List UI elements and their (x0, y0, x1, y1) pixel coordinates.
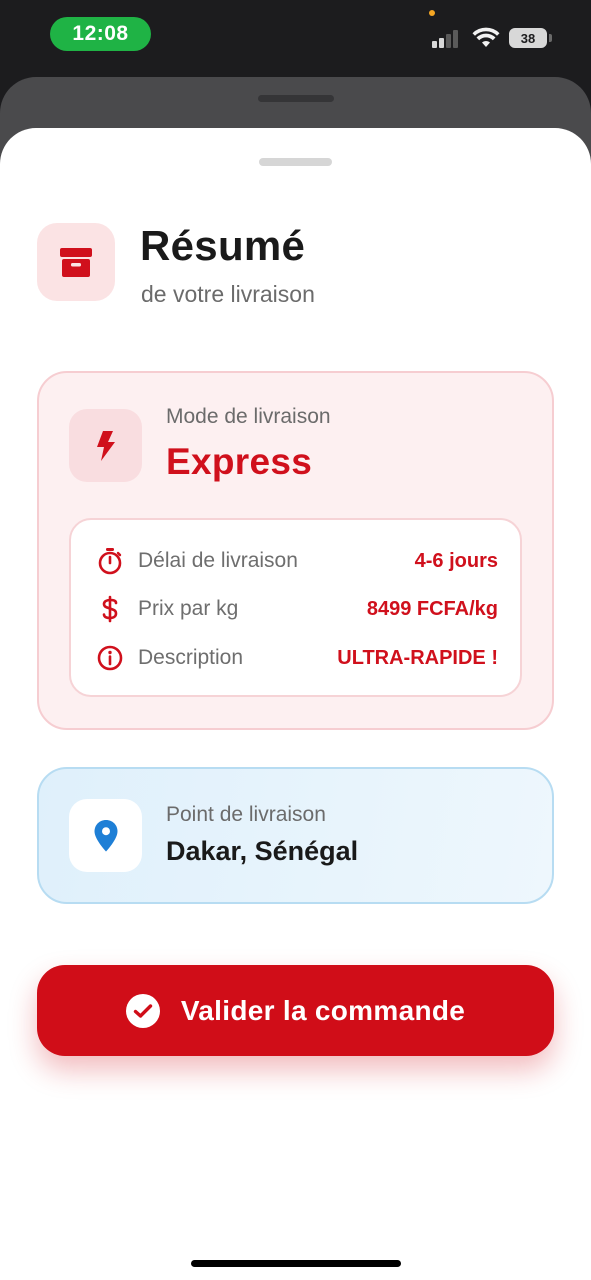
detail-row-description: Description ULTRA-RAPIDE ! (94, 642, 498, 674)
info-icon (94, 642, 126, 674)
map-pin-icon (94, 819, 117, 851)
delivery-point-label: Point de livraison (166, 803, 326, 826)
detail-label-price: Prix par kg (138, 597, 239, 620)
delivery-mode-label: Mode de livraison (166, 405, 331, 428)
detail-label-description: Description (138, 646, 244, 669)
battery-indicator: 38 (509, 28, 547, 48)
detail-row-price: Prix par kg 8499 FCFA/kg (94, 593, 498, 625)
detail-row-delay: Délai de livraison 4-6 jours (94, 545, 498, 577)
delivery-mode-value: Express (166, 441, 313, 482)
check-circle-icon (125, 993, 160, 1028)
detail-label-delay: Délai de livraison (138, 549, 298, 572)
delivery-mode-icon-container (69, 409, 142, 482)
cellular-signal-icon (432, 28, 462, 48)
delivery-point-icon-container (69, 799, 142, 872)
lightning-icon (96, 430, 115, 461)
status-bar: 12:08 38 (0, 0, 591, 70)
validate-order-label: Valider la commande (180, 994, 466, 1026)
battery-tip (549, 34, 552, 42)
validate-order-button[interactable]: Valider la commande (37, 965, 554, 1056)
archive-box-icon (60, 248, 92, 277)
background-sheet-grabber (258, 95, 334, 102)
status-time: 12:08 (50, 17, 151, 51)
page-title: Résumé (140, 222, 306, 269)
sheet-drag-handle[interactable] (259, 158, 332, 166)
dollar-icon (94, 593, 126, 625)
detail-value-price: 8499 FCFA/kg (366, 597, 498, 620)
wifi-icon (472, 27, 500, 47)
detail-value-description: ULTRA-RAPIDE ! (337, 646, 498, 669)
detail-value-delay: 4-6 jours (414, 549, 498, 572)
page-subtitle: de votre livraison (141, 281, 315, 307)
stopwatch-icon (94, 545, 126, 577)
header-icon-container (37, 223, 115, 301)
delivery-point-value: Dakar, Sénégal (166, 836, 359, 866)
home-indicator[interactable] (191, 1260, 401, 1267)
privacy-indicator-dot (429, 10, 435, 16)
